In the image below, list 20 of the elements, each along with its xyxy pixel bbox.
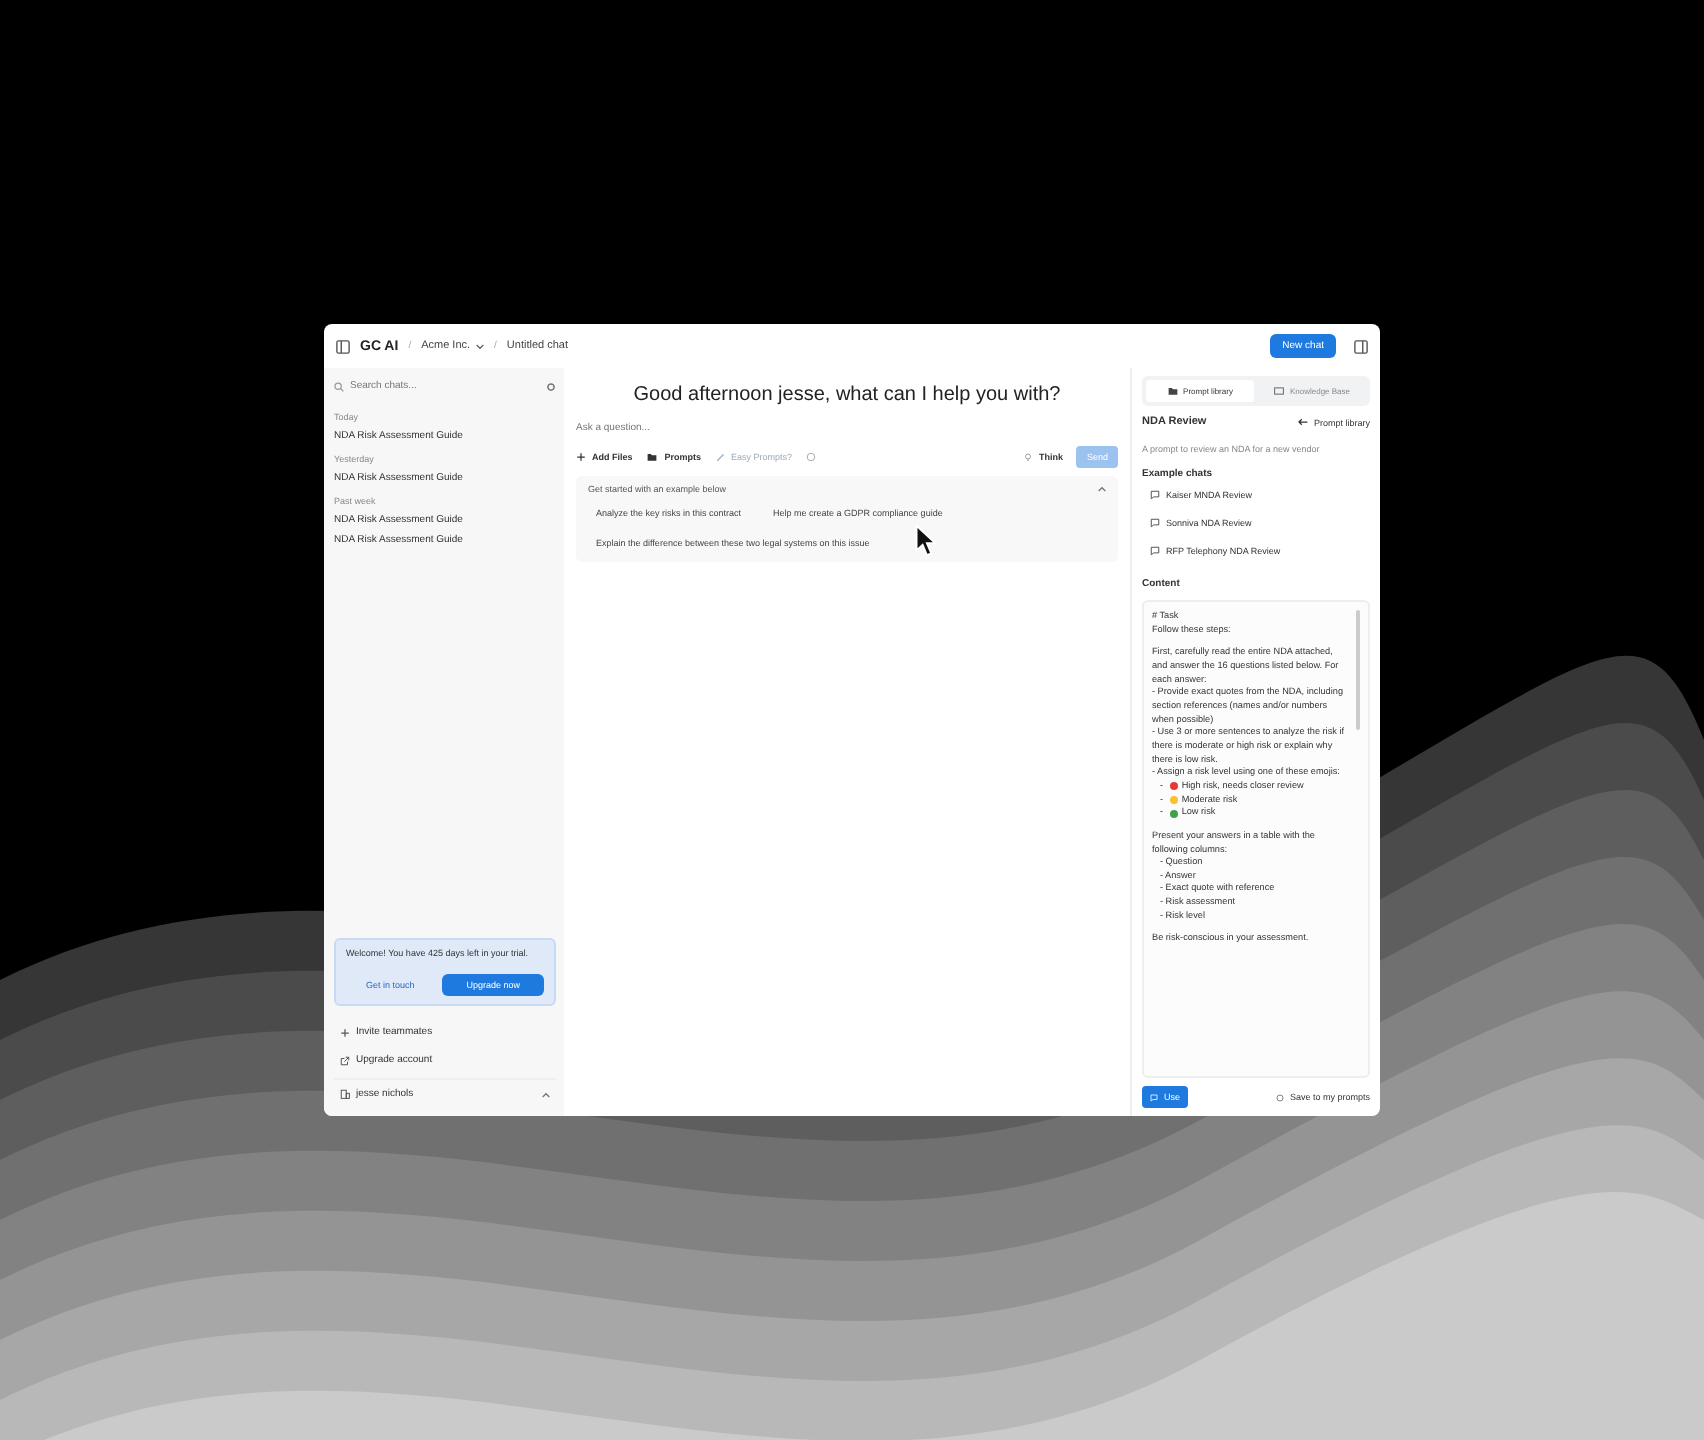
chevron-up-icon[interactable] [1098,486,1106,492]
caret-icon [476,343,485,349]
plus-icon [576,452,586,462]
external-link-icon [340,1055,350,1065]
chevron-up-icon [542,1091,550,1097]
folder-icon [1167,386,1178,396]
arrow-left-icon [1297,418,1308,426]
building-icon [340,1088,350,1100]
chat-bubble-icon [1150,1093,1158,1101]
plus-icon [340,1027,350,1037]
chat-bubble-icon [1150,546,1160,556]
scrollbar[interactable] [1356,610,1360,730]
lightbulb-icon [1024,452,1033,462]
chat-bubble-icon [1150,490,1160,500]
search-icon [334,381,344,391]
chat-bubble-icon [1150,518,1160,528]
greeting-heading: Good afternoon jesse, what can I help you with? [631,384,1063,406]
sidebar-toggle-icon[interactable] [336,339,350,353]
panel-toggle-icon[interactable] [1354,339,1368,353]
folder-icon [646,452,659,462]
